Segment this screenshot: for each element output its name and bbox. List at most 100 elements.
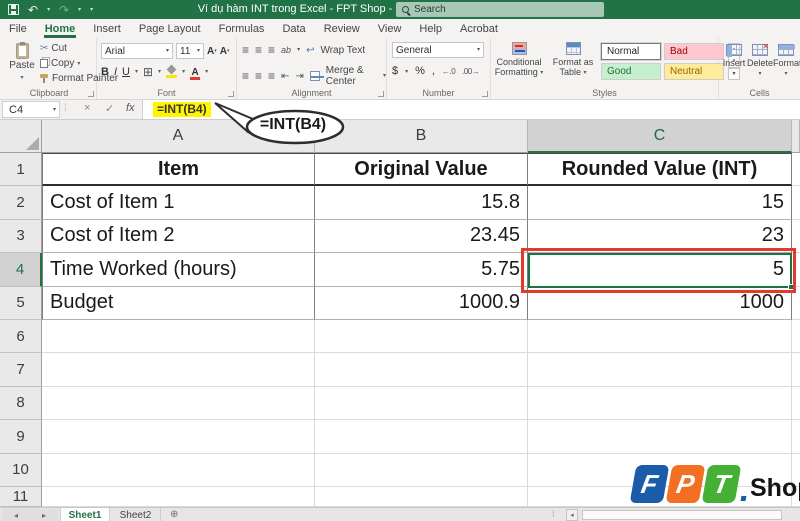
chevron-down-icon[interactable] <box>297 45 300 56</box>
align-left-icon[interactable] <box>242 69 249 83</box>
tab-file[interactable]: File <box>0 19 36 38</box>
column-header-b[interactable]: B <box>315 120 528 153</box>
cell-C7[interactable] <box>528 353 792 386</box>
cell-A6[interactable] <box>42 320 315 353</box>
tab-home[interactable]: Home <box>36 19 85 38</box>
column-header-c[interactable]: C <box>528 120 792 153</box>
cell-D5[interactable] <box>792 287 800 320</box>
format-as-table-button[interactable]: Format as Table <box>547 42 599 78</box>
cell-B1[interactable]: Original Value <box>315 153 528 186</box>
shrink-font-button[interactable]: A <box>220 46 230 57</box>
tab-page-layout[interactable]: Page Layout <box>130 19 210 38</box>
row-header-3[interactable]: 3 <box>0 220 42 253</box>
chevron-down-icon[interactable] <box>135 67 138 78</box>
chevron-down-icon[interactable] <box>47 1 50 19</box>
cell-D9[interactable] <box>792 420 800 453</box>
chevron-down-icon[interactable] <box>383 71 386 82</box>
cell-A9[interactable] <box>42 420 315 453</box>
row-header-9[interactable]: 9 <box>0 420 42 453</box>
italic-button[interactable]: I <box>114 66 117 78</box>
row-header-4[interactable]: 4 <box>0 253 42 286</box>
merge-center-button[interactable]: Merge & Center <box>326 65 377 87</box>
horizontal-scrollbar[interactable] <box>580 509 798 521</box>
dialog-launcher-icon[interactable] <box>88 91 94 97</box>
increase-indent-icon[interactable] <box>295 71 303 82</box>
align-center-icon[interactable] <box>255 69 262 83</box>
chevron-down-icon[interactable] <box>205 67 208 78</box>
style-neutral[interactable]: Neutral <box>664 63 724 80</box>
cell-A1[interactable]: Item <box>42 153 315 186</box>
cell-D7[interactable] <box>792 353 800 386</box>
row-header-8[interactable]: 8 <box>0 387 42 420</box>
cell-A5[interactable]: Budget <box>42 287 315 320</box>
chevron-down-icon[interactable] <box>182 67 185 78</box>
cell-B2[interactable]: 15.8 <box>315 186 528 219</box>
decrease-indent-icon[interactable] <box>281 71 289 82</box>
row-header-10[interactable]: 10 <box>0 454 42 487</box>
cell-A3[interactable]: Cost of Item 2 <box>42 220 315 253</box>
cell-B3[interactable]: 23.45 <box>315 220 528 253</box>
fill-color-icon[interactable] <box>166 66 177 78</box>
name-box[interactable]: C4 <box>2 101 60 118</box>
tab-acrobat[interactable]: Acrobat <box>451 19 507 38</box>
dialog-launcher-icon[interactable] <box>482 91 488 97</box>
cell-D1[interactable] <box>792 153 800 186</box>
save-icon[interactable] <box>8 4 19 15</box>
scrollbar-thumb[interactable] <box>582 510 782 520</box>
delete-cells-button[interactable]: Delete <box>747 44 773 78</box>
enter-icon[interactable]: ✓ <box>105 102 114 115</box>
cell-D8[interactable] <box>792 387 800 420</box>
cell-B9[interactable] <box>315 420 528 453</box>
formula-input[interactable]: =INT(B4) <box>142 100 800 119</box>
borders-icon[interactable] <box>143 65 153 79</box>
style-good[interactable]: Good <box>601 63 661 80</box>
comma-style-button[interactable]: , <box>432 65 435 77</box>
row-header-11[interactable]: 11 <box>0 487 42 507</box>
sheet-tab-sheet2[interactable]: Sheet2 <box>111 508 161 521</box>
percent-style-button[interactable]: % <box>415 65 425 77</box>
cell-B11[interactable] <box>315 487 528 507</box>
undo-icon[interactable] <box>28 1 38 19</box>
font-color-icon[interactable]: A <box>190 67 200 78</box>
cell-A11[interactable] <box>42 487 315 507</box>
cell-C6[interactable] <box>528 320 792 353</box>
cell-C5[interactable]: 1000 <box>528 287 792 320</box>
align-top-icon[interactable] <box>242 43 249 57</box>
sheet-prev-icon[interactable]: ◂ <box>14 511 18 520</box>
increase-decimal-icon[interactable]: ←.0 <box>442 67 455 76</box>
style-normal[interactable]: Normal <box>601 43 661 60</box>
search-input[interactable]: Search <box>396 2 604 17</box>
tab-insert[interactable]: Insert <box>84 19 130 38</box>
font-name-select[interactable]: Arial <box>101 43 173 59</box>
row-header-1[interactable]: 1 <box>0 153 42 186</box>
orientation-icon[interactable]: ab <box>281 45 291 55</box>
dialog-launcher-icon[interactable] <box>228 91 234 97</box>
paste-button[interactable]: Paste <box>6 41 38 85</box>
bold-button[interactable]: B <box>101 66 109 78</box>
underline-button[interactable]: U <box>122 66 130 78</box>
sheet-tab-sheet1[interactable]: Sheet1 <box>60 508 110 521</box>
cell-B7[interactable] <box>315 353 528 386</box>
decrease-decimal-icon[interactable]: .00→ <box>462 67 479 76</box>
insert-function-button[interactable]: fx <box>126 102 135 114</box>
chevron-down-icon[interactable] <box>78 1 81 19</box>
cancel-icon[interactable]: × <box>84 102 90 114</box>
cell-B5[interactable]: 1000.9 <box>315 287 528 320</box>
tab-data[interactable]: Data <box>273 19 314 38</box>
font-size-select[interactable]: 11 <box>176 43 204 59</box>
cell-C9[interactable] <box>528 420 792 453</box>
align-bottom-icon[interactable] <box>268 43 275 57</box>
cell-D4[interactable] <box>792 253 800 286</box>
cell-C2[interactable]: 15 <box>528 186 792 219</box>
cell-A4[interactable]: Time Worked (hours) <box>42 253 315 286</box>
tab-help[interactable]: Help <box>410 19 451 38</box>
cell-C4[interactable]: 5 <box>528 253 792 286</box>
format-cells-button[interactable]: Format <box>773 44 799 78</box>
cell-D2[interactable] <box>792 186 800 219</box>
cell-C3[interactable]: 23 <box>528 220 792 253</box>
hscroll-left-icon[interactable]: ◂ <box>566 509 578 521</box>
cell-A7[interactable] <box>42 353 315 386</box>
customize-toolbar-icon[interactable] <box>90 1 93 19</box>
chevron-down-icon[interactable] <box>158 67 161 78</box>
conditional-formatting-button[interactable]: Conditional Formatting <box>493 42 545 78</box>
